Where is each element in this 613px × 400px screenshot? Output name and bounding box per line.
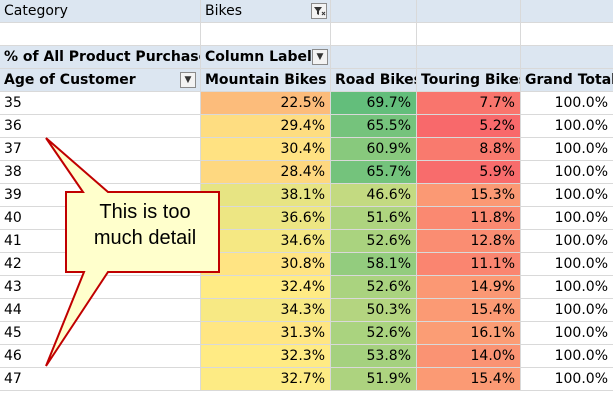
table-row: 42 30.8% 58.1% 11.1% 100.0% xyxy=(0,253,613,276)
grand-total-cell[interactable]: 100.0% xyxy=(521,230,613,253)
grand-total-cell[interactable]: 100.0% xyxy=(521,322,613,345)
grand-total-cell[interactable]: 100.0% xyxy=(521,345,613,368)
column-header[interactable]: Grand Total xyxy=(521,69,613,92)
row-field-label: Age of Customer xyxy=(4,72,136,88)
column-header[interactable]: Road Bikes xyxy=(331,69,417,92)
callout-text: This is too much detail xyxy=(70,199,220,251)
mountain-pct-cell[interactable]: 34.3% xyxy=(201,299,331,322)
age-cell[interactable]: 42 xyxy=(0,253,201,276)
touring-pct-cell[interactable]: 5.9% xyxy=(417,161,521,184)
table-row: 43 32.4% 52.6% 14.9% 100.0% xyxy=(0,276,613,299)
values-field-label: % of All Product Purchases xyxy=(0,46,201,69)
table-row: 38 28.4% 65.7% 5.9% 100.0% xyxy=(0,161,613,184)
road-pct-cell[interactable]: 65.7% xyxy=(331,161,417,184)
age-cell[interactable]: 45 xyxy=(0,322,201,345)
touring-pct-cell[interactable]: 14.0% xyxy=(417,345,521,368)
grand-total-cell[interactable]: 100.0% xyxy=(521,368,613,391)
grand-total-cell[interactable]: 100.0% xyxy=(521,92,613,115)
road-pct-cell[interactable]: 52.6% xyxy=(331,322,417,345)
touring-pct-cell[interactable]: 15.4% xyxy=(417,299,521,322)
grand-total-cell[interactable]: 100.0% xyxy=(521,138,613,161)
road-pct-cell[interactable]: 65.5% xyxy=(331,115,417,138)
touring-pct-cell[interactable]: 12.8% xyxy=(417,230,521,253)
touring-pct-cell[interactable]: 7.7% xyxy=(417,92,521,115)
grand-total-cell[interactable]: 100.0% xyxy=(521,184,613,207)
filter-value-cell[interactable]: Bikes xyxy=(201,0,331,23)
table-row: 37 30.4% 60.9% 8.8% 100.0% xyxy=(0,138,613,161)
table-row: 36 29.4% 65.5% 5.2% 100.0% xyxy=(0,115,613,138)
column-labels-cell[interactable]: Column Labels ▼ xyxy=(201,46,331,69)
filter-value: Bikes xyxy=(205,3,243,19)
grand-total-cell[interactable]: 100.0% xyxy=(521,276,613,299)
mountain-pct-cell[interactable]: 38.1% xyxy=(201,184,331,207)
table-row: 46 32.3% 53.8% 14.0% 100.0% xyxy=(0,345,613,368)
age-cell[interactable]: 35 xyxy=(0,92,201,115)
callout-line: This is too xyxy=(99,201,191,223)
filter-row: Category Bikes xyxy=(0,0,613,23)
grand-total-cell[interactable]: 100.0% xyxy=(521,207,613,230)
touring-pct-cell[interactable]: 11.8% xyxy=(417,207,521,230)
age-cell[interactable]: 47 xyxy=(0,368,201,391)
column-labels-text: Column Labels xyxy=(205,49,321,65)
table-row: 44 34.3% 50.3% 15.4% 100.0% xyxy=(0,299,613,322)
mountain-pct-cell[interactable]: 31.3% xyxy=(201,322,331,345)
mountain-pct-cell[interactable]: 36.6% xyxy=(201,207,331,230)
road-pct-cell[interactable]: 50.3% xyxy=(331,299,417,322)
touring-pct-cell[interactable]: 8.8% xyxy=(417,138,521,161)
callout-line: much detail xyxy=(93,227,197,249)
column-header[interactable]: Touring Bikes xyxy=(417,69,521,92)
age-cell[interactable]: 44 xyxy=(0,299,201,322)
road-pct-cell[interactable]: 52.6% xyxy=(331,230,417,253)
road-pct-cell[interactable]: 51.6% xyxy=(331,207,417,230)
mountain-pct-cell[interactable]: 32.4% xyxy=(201,276,331,299)
row-field-cell[interactable]: Age of Customer ▼ xyxy=(0,69,201,92)
touring-pct-cell[interactable]: 11.1% xyxy=(417,253,521,276)
touring-pct-cell[interactable]: 15.4% xyxy=(417,368,521,391)
mountain-pct-cell[interactable]: 30.8% xyxy=(201,253,331,276)
age-cell[interactable]: 46 xyxy=(0,345,201,368)
mountain-pct-cell[interactable]: 30.4% xyxy=(201,138,331,161)
road-pct-cell[interactable]: 46.6% xyxy=(331,184,417,207)
grand-total-cell[interactable]: 100.0% xyxy=(521,161,613,184)
road-pct-cell[interactable]: 58.1% xyxy=(331,253,417,276)
age-cell[interactable]: 36 xyxy=(0,115,201,138)
filter-field-label: Category xyxy=(0,0,201,23)
blank-row xyxy=(0,23,613,46)
mountain-pct-cell[interactable]: 32.3% xyxy=(201,345,331,368)
mountain-pct-cell[interactable]: 29.4% xyxy=(201,115,331,138)
road-pct-cell[interactable]: 52.6% xyxy=(331,276,417,299)
touring-pct-cell[interactable]: 15.3% xyxy=(417,184,521,207)
age-cell[interactable]: 38 xyxy=(0,161,201,184)
grand-total-cell[interactable]: 100.0% xyxy=(521,115,613,138)
table-row: 45 31.3% 52.6% 16.1% 100.0% xyxy=(0,322,613,345)
mountain-pct-cell[interactable]: 28.4% xyxy=(201,161,331,184)
dropdown-arrow-icon[interactable]: ▼ xyxy=(312,49,328,65)
pivot-header-row: % of All Product Purchases Column Labels… xyxy=(0,46,613,69)
touring-pct-cell[interactable]: 16.1% xyxy=(417,322,521,345)
road-pct-cell[interactable]: 53.8% xyxy=(331,345,417,368)
column-header-row: Age of Customer ▼ Mountain Bikes Road Bi… xyxy=(0,69,613,92)
dropdown-arrow-icon[interactable]: ▼ xyxy=(180,72,196,88)
mountain-pct-cell[interactable]: 22.5% xyxy=(201,92,331,115)
age-cell[interactable]: 43 xyxy=(0,276,201,299)
filter-funnel-icon[interactable] xyxy=(311,3,327,19)
road-pct-cell[interactable]: 51.9% xyxy=(331,368,417,391)
mountain-pct-cell[interactable]: 34.6% xyxy=(201,230,331,253)
touring-pct-cell[interactable]: 5.2% xyxy=(417,115,521,138)
touring-pct-cell[interactable]: 14.9% xyxy=(417,276,521,299)
grand-total-cell[interactable]: 100.0% xyxy=(521,299,613,322)
grand-total-cell[interactable]: 100.0% xyxy=(521,253,613,276)
road-pct-cell[interactable]: 60.9% xyxy=(331,138,417,161)
mountain-pct-cell[interactable]: 32.7% xyxy=(201,368,331,391)
table-row: 47 32.7% 51.9% 15.4% 100.0% xyxy=(0,368,613,391)
road-pct-cell[interactable]: 69.7% xyxy=(331,92,417,115)
column-header[interactable]: Mountain Bikes xyxy=(201,69,331,92)
table-row: 35 22.5% 69.7% 7.7% 100.0% xyxy=(0,92,613,115)
age-cell[interactable]: 37 xyxy=(0,138,201,161)
